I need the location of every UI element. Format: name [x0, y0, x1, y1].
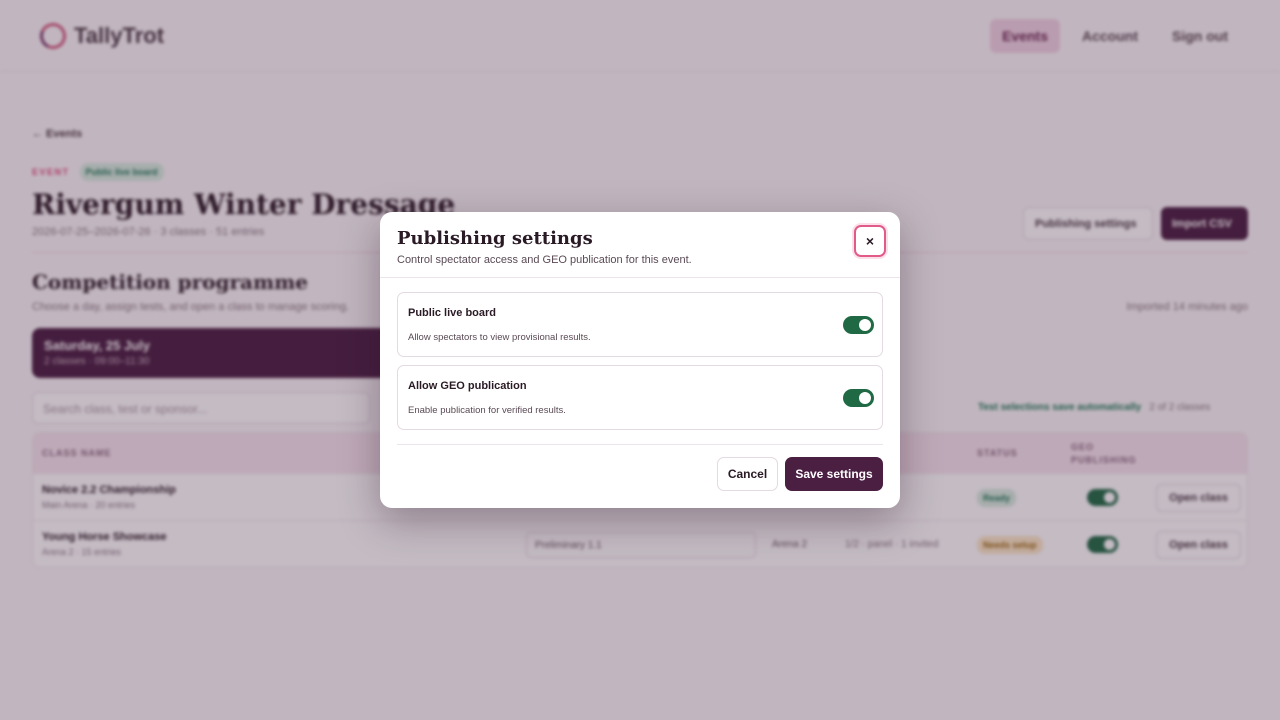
dialog-title: Publishing settings: [397, 228, 593, 249]
setting-description: Allow spectators to view provisional res…: [408, 332, 591, 343]
dialog-footer-divider: [397, 444, 883, 445]
toggle-knob: [859, 392, 871, 404]
dialog-header: Publishing settings Control spectator ac…: [380, 212, 900, 278]
dialog-subtitle: Control spectator access and GEO publica…: [397, 254, 692, 266]
geo-publication-toggle[interactable]: [843, 389, 874, 407]
save-settings-button[interactable]: Save settings: [785, 457, 883, 491]
publishing-settings-dialog: Publishing settings Control spectator ac…: [380, 212, 900, 508]
setting-title: Public live board: [408, 307, 497, 319]
toggle-knob: [859, 319, 871, 331]
cancel-button[interactable]: Cancel: [717, 457, 778, 491]
public-live-board-toggle[interactable]: [843, 316, 874, 334]
setting-description: Enable publication for verified results.: [408, 405, 566, 416]
setting-public-live-board: Public live board Allow spectators to vi…: [397, 292, 883, 357]
close-button[interactable]: ×: [854, 225, 886, 257]
setting-title: Allow GEO publication: [408, 380, 527, 392]
setting-allow-geo-publication: Allow GEO publication Enable publication…: [397, 365, 883, 430]
close-icon: ×: [865, 233, 875, 249]
